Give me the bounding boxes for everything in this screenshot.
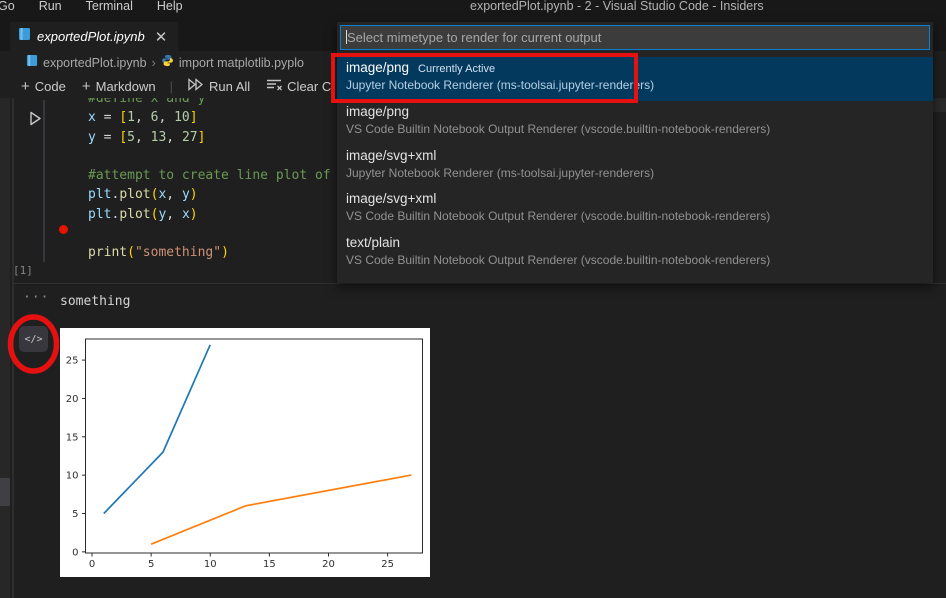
output-stream-text: something	[60, 294, 130, 309]
text-caret	[346, 30, 347, 44]
quickpick-item-title: image/svg+xml	[346, 148, 436, 163]
run-all-label: Run All	[209, 79, 250, 94]
output-collapse-dots[interactable]: ···	[23, 290, 49, 305]
quickpick-list: image/png Currently Active Jupyter Noteboo…	[337, 57, 933, 276]
svg-text:25: 25	[66, 356, 79, 367]
tab-close-icon[interactable]: ✕	[155, 28, 168, 46]
quickpick-item-description: VS Code Builtin Notebook Output Renderer…	[346, 253, 933, 267]
title-bar: GoRunTerminalHelp exportedPlot.ipynb - 2…	[0, 0, 946, 22]
add-code-button[interactable]: + Code	[13, 78, 74, 95]
svg-text:5: 5	[148, 559, 154, 570]
breadcrumb-file[interactable]: exportedPlot.ipynb	[43, 56, 147, 70]
quickpick-item-title: image/svg+xml	[346, 191, 436, 206]
plus-icon: +	[82, 78, 91, 95]
left-edge-strip	[0, 22, 10, 598]
output-gutter-line	[12, 98, 14, 598]
quickpick-input[interactable]: Select mimetype to render for current ou…	[340, 25, 930, 50]
quickpick-item-title: image/png	[346, 104, 409, 119]
add-markdown-button[interactable]: + Markdown	[74, 78, 164, 95]
quickpick-item-description: Jupyter Notebook Renderer (ms-toolsai.ju…	[346, 78, 933, 92]
matplotlib-plot: 0 5 10 15 20 25 0 5 10 15 20 25	[60, 328, 430, 577]
svg-text:0: 0	[72, 547, 78, 558]
tab-exportedPlot[interactable]: exportedPlot.ipynb ✕	[10, 22, 178, 51]
svg-text:20: 20	[66, 394, 79, 405]
plus-icon: +	[21, 78, 30, 95]
quickpick-item-description: VS Code Builtin Notebook Output Renderer…	[346, 209, 933, 223]
quickpick-item[interactable]: image/png Currently Active Jupyter Noteboo…	[337, 57, 933, 101]
svg-text:15: 15	[263, 559, 276, 570]
run-all-button[interactable]: Run All	[179, 78, 258, 94]
clear-outputs-button[interactable]: Clear C	[258, 78, 339, 94]
menu-help[interactable]: Help	[145, 0, 195, 15]
add-markdown-label: Markdown	[96, 79, 156, 94]
python-icon	[161, 54, 174, 72]
notebook-file-icon	[26, 54, 38, 72]
window-title: exportedPlot.ipynb - 2 - Visual Studio C…	[470, 0, 764, 15]
svg-text:15: 15	[66, 432, 79, 443]
quickpick-item-description: VS Code Builtin Notebook Output Renderer…	[346, 122, 933, 136]
run-all-icon	[187, 78, 204, 94]
menu-terminal[interactable]: Terminal	[74, 0, 145, 15]
quickpick-item[interactable]: image/png VS Code Builtin Notebook Output…	[337, 101, 933, 145]
menu-go[interactable]: Go	[0, 0, 27, 15]
menu-bar: GoRunTerminalHelp	[0, 0, 195, 15]
vscode-window: GoRunTerminalHelp exportedPlot.ipynb - 2…	[0, 0, 946, 598]
toolbar-separator: |	[164, 79, 179, 94]
breadcrumb-symbol[interactable]: import matplotlib.pyplo	[179, 56, 304, 70]
svg-text:20: 20	[322, 559, 335, 570]
menu-run[interactable]: Run	[27, 0, 74, 15]
notebook-file-icon	[18, 27, 31, 46]
quickpick-item-title: text/plain	[346, 235, 400, 250]
quickpick-item[interactable]: image/svg+xml VS Code Builtin Notebook Ou…	[337, 188, 933, 232]
execution-count: [1]	[13, 264, 33, 277]
quickpick-item-description: Jupyter Notebook Renderer (ms-toolsai.ju…	[346, 166, 933, 180]
chevron-right-icon: ›	[152, 55, 156, 70]
change-presentation-button[interactable]: </>	[19, 326, 48, 352]
currently-active-badge: Currently Active	[418, 63, 495, 75]
quickpick-item[interactable]: image/svg+xml Jupyter Notebook Renderer (…	[337, 145, 933, 189]
quickpick-item[interactable]: text/plain VS Code Builtin Notebook Outpu…	[337, 232, 933, 276]
svg-text:5: 5	[72, 509, 78, 520]
cell-divider-line	[13, 283, 946, 284]
add-code-label: Code	[35, 79, 66, 94]
run-cell-button[interactable]	[27, 110, 44, 132]
tab-label: exportedPlot.ipynb	[37, 29, 145, 44]
svg-text:25: 25	[381, 559, 394, 570]
breakpoint-icon[interactable]	[59, 225, 68, 234]
svg-text:10: 10	[204, 559, 217, 570]
mimetype-quickpick: Select mimetype to render for current ou…	[337, 22, 933, 283]
svg-text:0: 0	[89, 559, 95, 570]
clear-outputs-label: Clear C	[287, 79, 331, 94]
svg-text:10: 10	[66, 471, 79, 482]
clear-outputs-icon	[266, 78, 282, 94]
quickpick-item-title: image/png	[346, 60, 409, 75]
